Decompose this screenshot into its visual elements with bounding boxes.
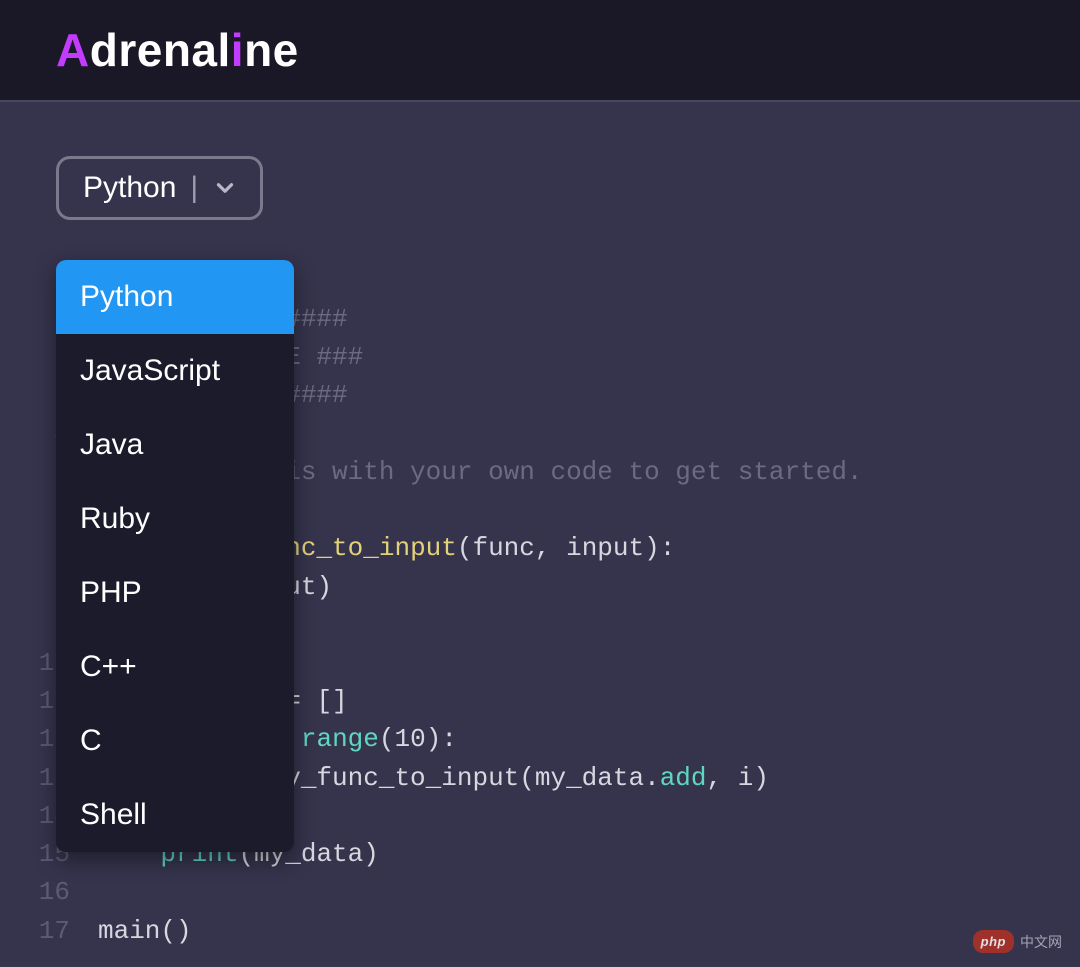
code-token: (	[379, 724, 395, 754]
code-content[interactable]	[98, 873, 1040, 911]
code-line[interactable]: 17main()	[30, 912, 1040, 950]
language-option-c[interactable]: C	[56, 704, 294, 778]
logo-accent-i: i	[231, 24, 244, 76]
code-token: add	[660, 763, 707, 793]
language-select-button[interactable]: Python |	[56, 156, 263, 220]
logo-accent-a: A	[56, 24, 90, 76]
code-token: range	[301, 724, 379, 754]
code-token: ):	[426, 724, 457, 754]
code-token: main	[98, 916, 160, 946]
language-option-python[interactable]: Python	[56, 260, 294, 334]
language-option-ruby[interactable]: Ruby	[56, 482, 294, 556]
code-token: , i)	[707, 763, 769, 793]
language-select-current: Python	[83, 171, 176, 205]
logo-part-1: drenal	[90, 24, 231, 76]
app-header: Adrenaline	[0, 0, 1080, 102]
line-number: 17	[30, 912, 98, 950]
watermark: php 中文网	[973, 930, 1062, 953]
code-token: 10	[395, 724, 426, 754]
language-option-java[interactable]: Java	[56, 408, 294, 482]
language-select-divider: |	[190, 171, 198, 205]
language-option-cplusplus[interactable]: C++	[56, 630, 294, 704]
watermark-badge: php	[973, 930, 1014, 953]
line-number: 16	[30, 873, 98, 911]
chevron-down-icon	[212, 175, 238, 201]
code-token: ()	[160, 916, 191, 946]
code-token: (func, input):	[457, 533, 675, 563]
watermark-text: 中文网	[1020, 932, 1062, 952]
language-option-php[interactable]: PHP	[56, 556, 294, 630]
language-option-shell[interactable]: Shell	[56, 778, 294, 852]
code-content[interactable]: main()	[98, 912, 1040, 950]
code-token: []	[301, 686, 348, 716]
app-logo: Adrenaline	[56, 23, 299, 77]
code-line[interactable]: 16	[30, 873, 1040, 911]
language-dropdown[interactable]: PythonJavaScriptJavaRubyPHPC++CShell	[56, 260, 294, 852]
logo-part-2: ne	[244, 24, 299, 76]
main-area: Python | PythonJavaScriptJavaRubyPHPC++C…	[0, 102, 1080, 220]
language-option-javascript[interactable]: JavaScript	[56, 334, 294, 408]
